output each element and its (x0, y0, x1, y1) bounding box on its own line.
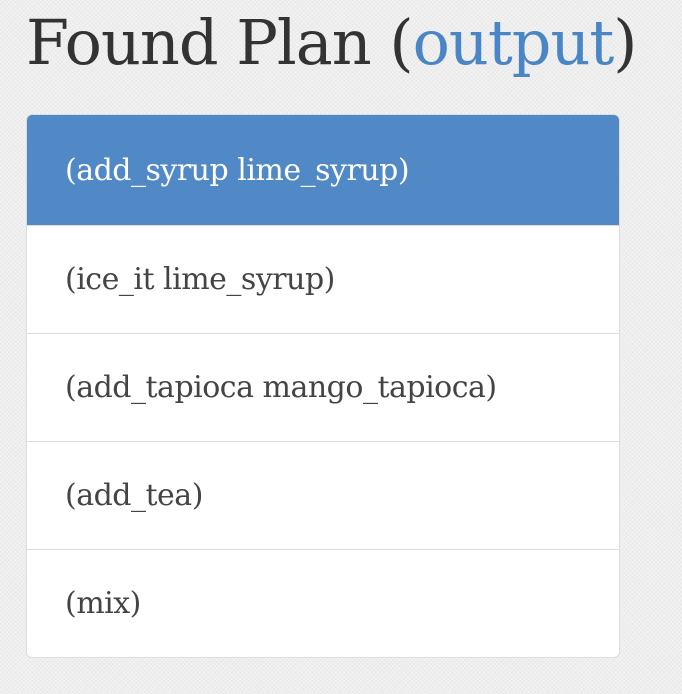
plan-step-add-tapioca[interactable]: (add_tapioca mango_tapioca) (27, 333, 619, 441)
page-title: Found Plan (output) (26, 0, 638, 86)
plan-step-add-tea[interactable]: (add_tea) (27, 441, 619, 549)
output-link[interactable]: output (413, 6, 615, 79)
open-paren: ( (389, 6, 413, 79)
plan-step-add-syrup[interactable]: (add_syrup lime_syrup) (27, 115, 619, 225)
plan-step-mix[interactable]: (mix) (27, 549, 619, 657)
page-title-text: Found Plan (26, 6, 372, 79)
close-paren: ) (613, 6, 637, 79)
plan-list: (add_syrup lime_syrup) (ice_it lime_syru… (26, 114, 620, 658)
plan-step-ice-it[interactable]: (ice_it lime_syrup) (27, 225, 619, 333)
